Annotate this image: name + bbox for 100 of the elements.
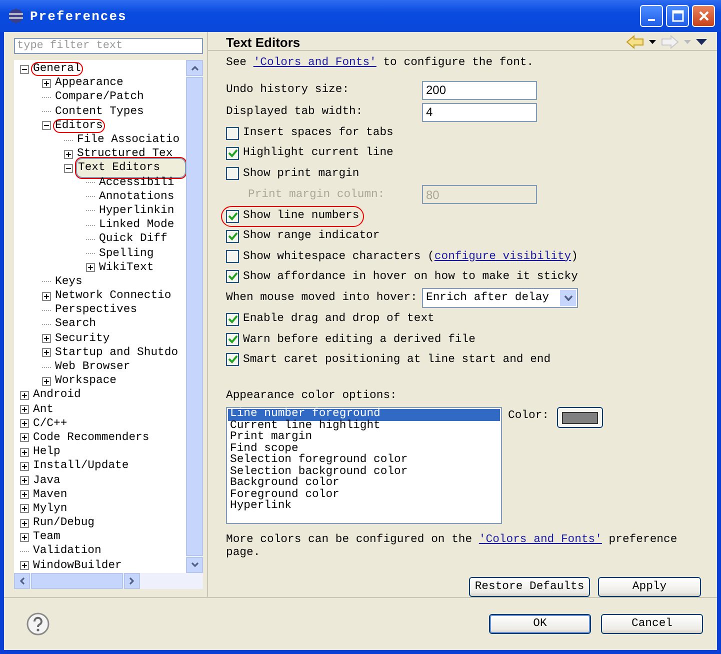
expander-icon[interactable]: [86, 263, 95, 272]
list-item[interactable]: Foreground color: [228, 490, 500, 501]
expander-icon[interactable]: [20, 490, 29, 500]
checkbox[interactable]: [226, 146, 239, 160]
checkbox-label[interactable]: Enable drag and drop of text: [243, 313, 434, 326]
color-swatch-button[interactable]: [557, 407, 604, 428]
tree-item[interactable]: File Associatio: [76, 134, 181, 146]
tree-item[interactable]: Annotations: [98, 190, 176, 203]
configure-visibility-link[interactable]: configure visibility: [434, 250, 572, 263]
dropdown-icon[interactable]: [649, 40, 656, 44]
tree-item[interactable]: Content Types: [54, 106, 145, 118]
colors-and-fonts-link[interactable]: 'Colors and Fonts': [253, 57, 376, 70]
checkbox[interactable]: [226, 230, 239, 243]
input-field[interactable]: 200: [422, 80, 537, 100]
tree-item[interactable]: Hyperlinkin: [98, 204, 176, 217]
scroll-left-icon[interactable]: [19, 576, 25, 585]
scroll-right-icon[interactable]: [129, 576, 135, 585]
tree-item[interactable]: Appearance: [54, 77, 124, 90]
tree-item[interactable]: Workspace: [54, 375, 118, 388]
expander-icon[interactable]: [20, 561, 29, 570]
tree-item[interactable]: Keys: [54, 276, 84, 288]
close-button[interactable]: [692, 5, 715, 27]
tree-item[interactable]: Quick Diff: [98, 233, 168, 246]
checkbox[interactable]: [226, 210, 239, 223]
tree-item[interactable]: Help: [32, 446, 62, 458]
checkbox-label[interactable]: Insert spaces for tabs: [243, 127, 394, 140]
tree-item[interactable]: Mylyn: [32, 502, 68, 515]
scrollbar[interactable]: [14, 572, 203, 589]
expander-icon[interactable]: [20, 433, 29, 442]
tree-item[interactable]: Ant: [32, 404, 55, 416]
expander-icon[interactable]: [42, 334, 51, 344]
tree-item[interactable]: Structured Tex: [76, 148, 174, 160]
expander-icon[interactable]: [42, 348, 51, 358]
list-item[interactable]: Print margin: [228, 432, 500, 444]
checkbox-label[interactable]: Smart caret positioning at line start and end: [243, 354, 551, 366]
expander-icon[interactable]: [20, 64, 29, 74]
tree-item[interactable]: Security: [54, 332, 111, 345]
tree-item[interactable]: WikiText: [98, 262, 155, 274]
colors-and-fonts-link[interactable]: 'Colors and Fonts': [478, 534, 602, 546]
hover-dropdown[interactable]: Enrich after delay: [422, 288, 578, 308]
checkbox[interactable]: [226, 312, 239, 326]
expander-icon[interactable]: [42, 292, 51, 301]
input-field[interactable]: 4: [422, 102, 537, 122]
scrollbar[interactable]: [186, 60, 203, 573]
tree-item[interactable]: Android: [32, 389, 82, 402]
checkbox[interactable]: [226, 126, 239, 140]
list-item[interactable]: Current line highlight: [228, 420, 500, 432]
tree-item[interactable]: Web Browser: [54, 361, 132, 374]
expander-icon[interactable]: [42, 121, 51, 130]
tree-item[interactable]: Validation: [32, 545, 102, 558]
tree-item[interactable]: Perspectives: [54, 304, 138, 316]
expander-icon[interactable]: [20, 476, 29, 486]
dialog-button[interactable]: Apply: [598, 577, 701, 597]
filter-field[interactable]: type filter text: [14, 38, 203, 54]
checkbox-label[interactable]: Show whitespace characters (configure visibility): [243, 250, 578, 263]
tree-item[interactable]: Linked Mode: [98, 219, 176, 232]
checkbox[interactable]: [226, 270, 239, 284]
expander-icon[interactable]: [42, 376, 51, 386]
expander-icon[interactable]: [20, 532, 29, 542]
list-item[interactable]: Selection background color: [228, 466, 500, 478]
list-item[interactable]: Background color: [228, 478, 500, 490]
dialog-button[interactable]: Cancel: [601, 614, 703, 634]
expander-icon[interactable]: [20, 462, 29, 471]
tree-item[interactable]: Accessibili: [98, 176, 176, 189]
tree-item[interactable]: Startup and Shutdo: [54, 346, 180, 359]
scroll-down-icon[interactable]: [190, 562, 198, 568]
checkbox[interactable]: [226, 250, 239, 264]
tree-item[interactable]: Search: [54, 318, 98, 330]
tree-item[interactable]: Team: [32, 531, 62, 544]
dialog-button[interactable]: Restore Defaults: [469, 577, 590, 597]
checkbox-label[interactable]: Show print margin: [243, 168, 360, 180]
scroll-up-icon[interactable]: [190, 65, 198, 71]
list-item[interactable]: Find scope: [228, 444, 500, 455]
help-icon[interactable]: [26, 612, 50, 636]
checkbox-label[interactable]: Show range indicator: [243, 230, 380, 242]
tree-item[interactable]: C/C++: [32, 418, 68, 430]
tree-item[interactable]: WindowBuilder: [32, 560, 123, 572]
list-item[interactable]: Line number foreground: [228, 409, 500, 420]
tree-item[interactable]: Spelling: [98, 248, 155, 260]
expander-icon[interactable]: [64, 150, 73, 159]
list-item[interactable]: Selection foreground color: [228, 455, 500, 466]
checkbox[interactable]: [226, 167, 239, 180]
menu-icon[interactable]: [696, 39, 707, 46]
tree-item[interactable]: Java: [32, 474, 62, 487]
dialog-button[interactable]: OK: [489, 614, 591, 634]
expander-icon[interactable]: [64, 164, 73, 173]
expander-icon[interactable]: [20, 405, 29, 414]
expander-icon[interactable]: [20, 448, 29, 457]
checkbox-label[interactable]: Highlight current line: [243, 147, 394, 160]
checkbox[interactable]: [226, 333, 239, 346]
checkbox-label[interactable]: Show line numbers: [243, 210, 360, 222]
tree-item[interactable]: Code Recommenders: [32, 432, 150, 444]
tree-item[interactable]: Maven: [32, 488, 68, 501]
tree-item[interactable]: Compare/Patch: [54, 91, 145, 104]
checkbox-label[interactable]: Warn before editing a derived file: [243, 334, 476, 346]
tree-item[interactable]: General: [32, 63, 82, 76]
checkbox-label[interactable]: Show affordance in hover on how to make it sticky: [243, 270, 578, 283]
expander-icon[interactable]: [20, 518, 29, 528]
tree-item[interactable]: Install/Update: [32, 460, 130, 472]
maximize-button[interactable]: [666, 5, 689, 27]
